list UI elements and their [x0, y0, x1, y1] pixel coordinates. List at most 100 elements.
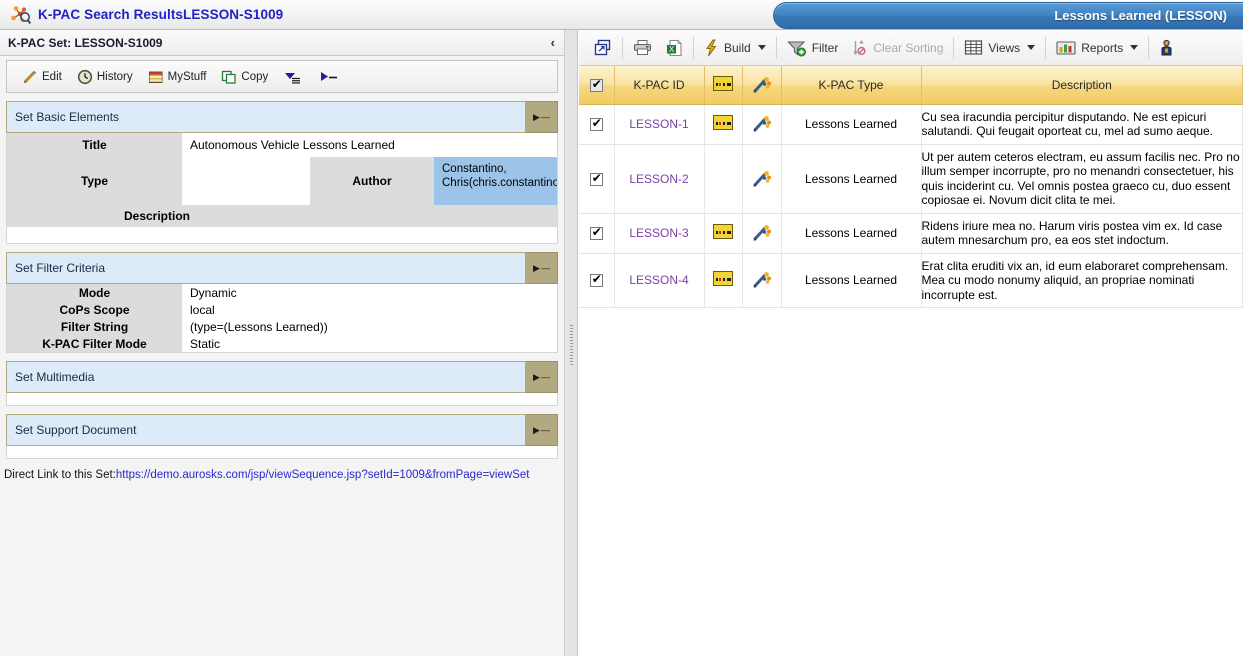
- row-checkbox[interactable]: [589, 225, 603, 241]
- section-set-filter-criteria: Set Filter Criteria Mode Dynamic CoPs Sc…: [6, 252, 558, 353]
- reports-button[interactable]: Reports: [1049, 37, 1145, 58]
- kpac-id-link[interactable]: LESSON-2: [629, 172, 688, 186]
- filter-button[interactable]: Filter: [780, 37, 846, 59]
- active-tab-lessons-learned[interactable]: Lessons Learned (LESSON): [773, 2, 1243, 29]
- expand-all-button[interactable]: [313, 67, 345, 87]
- copy-button[interactable]: Copy: [216, 67, 273, 87]
- description-field-label: Description: [123, 209, 190, 223]
- table-row[interactable]: LESSON-1: [579, 104, 1243, 145]
- user-icon: [1159, 39, 1175, 57]
- chevron-down-icon[interactable]: [1130, 45, 1139, 50]
- mode-label: Mode: [7, 284, 182, 301]
- row-rocket-cell[interactable]: [742, 253, 782, 308]
- kpac-id-header[interactable]: K-PAC ID: [614, 66, 705, 105]
- toolbar-separator: [693, 36, 694, 59]
- left-panel: K-PAC Set: LESSON-S1009 ‹ Edit History M…: [0, 30, 565, 656]
- waveform-icon[interactable]: [713, 224, 733, 239]
- collapse-panel-chevron-icon[interactable]: ‹: [551, 35, 555, 50]
- rocket-column-header[interactable]: [742, 66, 782, 105]
- row-waveform-cell[interactable]: [704, 253, 743, 308]
- dropdown-list-button[interactable]: [278, 67, 308, 87]
- user-button[interactable]: [1152, 37, 1182, 59]
- application-window: K-PAC Search ResultsLESSON-S1009 Lessons…: [0, 0, 1243, 656]
- filter-string-label: Filter String: [7, 318, 182, 335]
- row-waveform-cell[interactable]: [704, 104, 743, 145]
- funnel-add-icon: [786, 39, 807, 57]
- rocket-pen-icon[interactable]: [743, 271, 781, 289]
- rocket-pen-icon[interactable]: [743, 170, 781, 188]
- section-set-support-document: Set Support Document: [6, 414, 558, 459]
- waveform-column-header[interactable]: [704, 66, 743, 105]
- table-row[interactable]: LESSON-2: [579, 144, 1243, 214]
- author-field-value[interactable]: Constantino, Chris(chris.constantino: [434, 157, 557, 205]
- cops-scope-label: CoPs Scope: [7, 301, 182, 318]
- kpac-id-link[interactable]: LESSON-3: [629, 226, 688, 240]
- row-waveform-cell[interactable]: [704, 213, 743, 254]
- row-rocket-cell[interactable]: [742, 104, 782, 145]
- table-row[interactable]: LESSON-4: [579, 253, 1243, 308]
- build-label: Build: [724, 40, 751, 55]
- edit-button[interactable]: Edit: [17, 67, 67, 87]
- direct-link-url[interactable]: https://demo.aurosks.com/jsp/viewSequenc…: [116, 469, 530, 481]
- field-row-type-author: Type Author Constantino, Chris(chris.con…: [7, 157, 557, 205]
- export-excel-button[interactable]: X: [659, 37, 690, 59]
- section-set-multimedia: Set Multimedia: [6, 361, 558, 406]
- toolbar-separator: [775, 36, 777, 59]
- app-title: K-PAC Search ResultsLESSON-S1009: [38, 7, 284, 22]
- waveform-icon[interactable]: [713, 271, 733, 287]
- mystuff-button[interactable]: MyStuff: [143, 67, 212, 87]
- section-title-filter-criteria[interactable]: Set Filter Criteria: [6, 252, 526, 284]
- kpac-id-link[interactable]: LESSON-1: [629, 117, 688, 131]
- select-all-checkbox[interactable]: [589, 77, 603, 92]
- toolbar-separator: [953, 36, 955, 59]
- title-bar-left: K-PAC Search ResultsLESSON-S1009: [0, 5, 283, 25]
- table-row[interactable]: LESSON-3: [579, 213, 1243, 254]
- chevron-down-icon[interactable]: [757, 45, 766, 50]
- row-checkbox[interactable]: [589, 272, 603, 288]
- popout-window-button[interactable]: [587, 37, 619, 59]
- row-select-cell[interactable]: [579, 213, 615, 254]
- row-description-cell: Ut per autem ceteros electram, eu assum …: [921, 144, 1243, 214]
- row-select-cell[interactable]: [579, 144, 615, 214]
- folder-icon: [148, 69, 164, 85]
- panel-splitter[interactable]: [565, 30, 578, 656]
- dropdown-list-icon: [283, 69, 303, 85]
- row-select-cell[interactable]: [579, 104, 615, 145]
- build-button[interactable]: Build: [697, 37, 773, 59]
- row-select-cell[interactable]: [579, 253, 615, 308]
- section-expand-icon-support-document[interactable]: [526, 414, 558, 446]
- kpac-id-link[interactable]: LESSON-4: [629, 273, 688, 287]
- row-checkbox[interactable]: [589, 116, 603, 132]
- row-kpac-type-cell: Lessons Learned: [781, 253, 922, 308]
- section-expand-icon-filter-criteria[interactable]: [526, 252, 558, 284]
- section-body-support-document: [6, 446, 558, 459]
- views-button[interactable]: Views: [957, 37, 1042, 58]
- history-button[interactable]: History: [72, 67, 138, 87]
- row-rocket-cell[interactable]: [742, 213, 782, 254]
- waveform-icon: [713, 75, 733, 91]
- section-body-basic-elements: Title Autonomous Vehicle Lessons Learned…: [6, 133, 558, 244]
- print-button[interactable]: [626, 37, 659, 58]
- clear-sorting-label: Clear Sorting: [873, 40, 944, 55]
- row-rocket-cell[interactable]: [742, 144, 782, 214]
- kpac-type-header[interactable]: K-PAC Type: [781, 66, 922, 105]
- splitter-grip-handle[interactable]: [570, 325, 573, 365]
- row-description-cell: Ridens iriure mea no. Harum viris postea…: [921, 213, 1243, 254]
- toolbar-separator: [1148, 36, 1150, 59]
- section-title-support-document[interactable]: Set Support Document: [6, 414, 526, 446]
- rocket-pen-icon[interactable]: [743, 115, 781, 133]
- description-header[interactable]: Description: [921, 66, 1243, 105]
- section-title-multimedia[interactable]: Set Multimedia: [6, 361, 526, 393]
- rocket-pen-icon[interactable]: [743, 224, 781, 242]
- history-label: History: [96, 70, 133, 83]
- title-field-label: Title: [7, 133, 182, 157]
- section-expand-icon-multimedia[interactable]: [526, 361, 558, 393]
- chevron-down-icon[interactable]: [1027, 45, 1036, 50]
- waveform-icon[interactable]: [713, 115, 733, 130]
- select-all-header[interactable]: [579, 66, 615, 105]
- section-expand-icon-basic-elements[interactable]: [526, 101, 558, 133]
- field-row-cops-scope: CoPs Scope local: [7, 301, 557, 318]
- field-row-kpac-filter-mode: K-PAC Filter Mode Static: [7, 335, 557, 352]
- section-title-basic-elements[interactable]: Set Basic Elements: [6, 101, 526, 133]
- row-checkbox[interactable]: [589, 171, 603, 186]
